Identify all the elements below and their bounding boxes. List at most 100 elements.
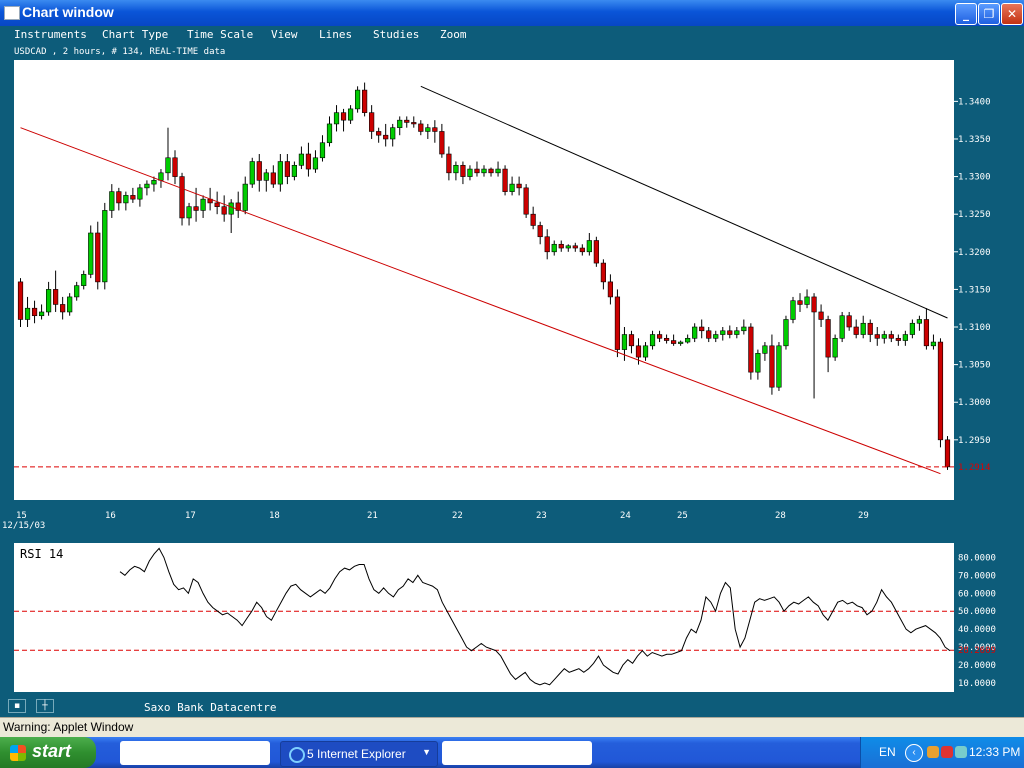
candle-body <box>762 345 768 354</box>
applet-warning-bar: Warning: Applet Window <box>0 717 1024 737</box>
x-tick-label: 24 <box>620 511 631 521</box>
start-button[interactable]: start <box>0 737 96 768</box>
candle-body <box>656 334 663 339</box>
candle-body <box>347 108 354 121</box>
candle-body <box>165 157 171 174</box>
taskbar-item-internet-explorer[interactable]: 5 Internet Explorer ▼ <box>280 741 438 767</box>
candle-body <box>446 153 452 174</box>
language-indicator[interactable]: EN <box>879 745 896 759</box>
y-tick-label: 1.3400 <box>958 97 991 107</box>
current-price-label: 1.2914 <box>958 463 991 473</box>
candle-body <box>53 289 59 305</box>
candle-body <box>790 300 796 320</box>
candle-body <box>944 439 951 468</box>
chart-stage: RSI 14 12/15/03 1.2914 1.3400 1.3350 1.3300… <box>2 60 996 692</box>
candle-body <box>607 281 614 298</box>
candle-body <box>881 334 887 339</box>
candle-body <box>305 153 312 170</box>
candle-body <box>916 319 922 324</box>
candle-body <box>46 289 52 313</box>
rsi-y-tick-label: 20.0000 <box>958 661 996 671</box>
candle-body <box>319 142 326 159</box>
x-tick-label: 28 <box>775 511 786 521</box>
tray-alert-icon[interactable] <box>941 746 953 758</box>
candle-body <box>474 168 480 174</box>
candle-body <box>102 210 108 283</box>
taskbar-item-redacted-1[interactable] <box>120 741 270 765</box>
candle-body <box>81 274 87 286</box>
candle-body <box>818 311 824 320</box>
candle-body <box>811 296 817 313</box>
candle-body <box>144 183 150 189</box>
rsi-y-tick-label: 70.0000 <box>958 571 996 581</box>
candle-body <box>249 161 255 185</box>
candle-body <box>923 319 930 347</box>
candle-body <box>523 187 529 215</box>
rsi-title: RSI 14 <box>20 547 63 561</box>
candle-body <box>741 326 747 332</box>
candle-body <box>362 89 368 113</box>
candle-body <box>116 191 122 204</box>
candle-body <box>642 345 649 358</box>
candle-body <box>663 337 670 341</box>
candle-body <box>200 198 206 211</box>
candle-body <box>284 161 290 177</box>
candle-body <box>895 337 901 341</box>
candle-body <box>67 296 73 313</box>
crosshair-icon[interactable]: ┼ <box>36 699 54 713</box>
candle-body <box>678 341 684 344</box>
internet-explorer-icon <box>289 747 305 763</box>
candle-body <box>537 225 543 238</box>
candle-body <box>95 232 101 283</box>
x-tick-label: 23 <box>536 511 547 521</box>
candle-body <box>930 341 937 347</box>
candle-body <box>825 319 831 358</box>
candle-body <box>109 191 115 211</box>
datacentre-label: Saxo Bank Datacentre <box>144 701 277 714</box>
candle-body <box>270 172 276 185</box>
candle-body <box>628 334 635 347</box>
candle-body <box>621 334 628 350</box>
tray-expand-icon[interactable]: ‹ <box>905 744 923 762</box>
candle-body <box>783 319 789 347</box>
rsi-y-tick-label: 80.0000 <box>958 553 996 563</box>
candle-body <box>333 112 340 125</box>
candle-body <box>453 164 459 174</box>
rsi-y-tick-label: 50.0000 <box>958 607 996 617</box>
x-tick-label: 22 <box>452 511 463 521</box>
record-icon[interactable]: ▪ <box>8 699 26 713</box>
candle-body <box>488 168 494 174</box>
ie-task-label: 5 Internet Explorer <box>307 747 406 761</box>
candle-body <box>671 340 677 344</box>
y-tick-label: 1.3100 <box>958 323 991 333</box>
candle-body <box>354 89 361 110</box>
candle-body <box>38 311 45 317</box>
y-tick-label: 1.3000 <box>958 398 991 408</box>
candle-body <box>713 334 719 339</box>
y-tick-label: 1.3150 <box>958 285 991 295</box>
tray-app-icon[interactable] <box>927 746 939 758</box>
candle-body <box>888 334 894 339</box>
price-chart-area[interactable] <box>14 60 954 500</box>
candle-body <box>832 337 838 358</box>
candle-body <box>593 240 599 264</box>
applet-warning-text: Warning: Applet Window <box>3 720 134 734</box>
candle-body <box>572 245 578 249</box>
candle-body <box>853 326 859 335</box>
candle-body <box>727 330 733 335</box>
rsi-chart-area[interactable] <box>14 543 954 692</box>
y-tick-label: 1.3050 <box>958 361 991 371</box>
candle-body <box>439 131 445 155</box>
candle-body <box>867 322 873 335</box>
rsi-current-label: 28.2609 <box>958 646 996 656</box>
candle-body <box>551 243 557 253</box>
candle-body <box>242 183 248 211</box>
candle-body <box>600 262 606 283</box>
taskbar-item-redacted-2[interactable] <box>442 741 592 765</box>
windows-flag-icon <box>10 745 26 761</box>
candle-body <box>614 296 621 350</box>
tray-network-icon[interactable] <box>955 746 967 758</box>
x-tick-label: 17 <box>185 511 196 521</box>
candle-body <box>17 281 24 320</box>
candle-body <box>685 337 691 343</box>
